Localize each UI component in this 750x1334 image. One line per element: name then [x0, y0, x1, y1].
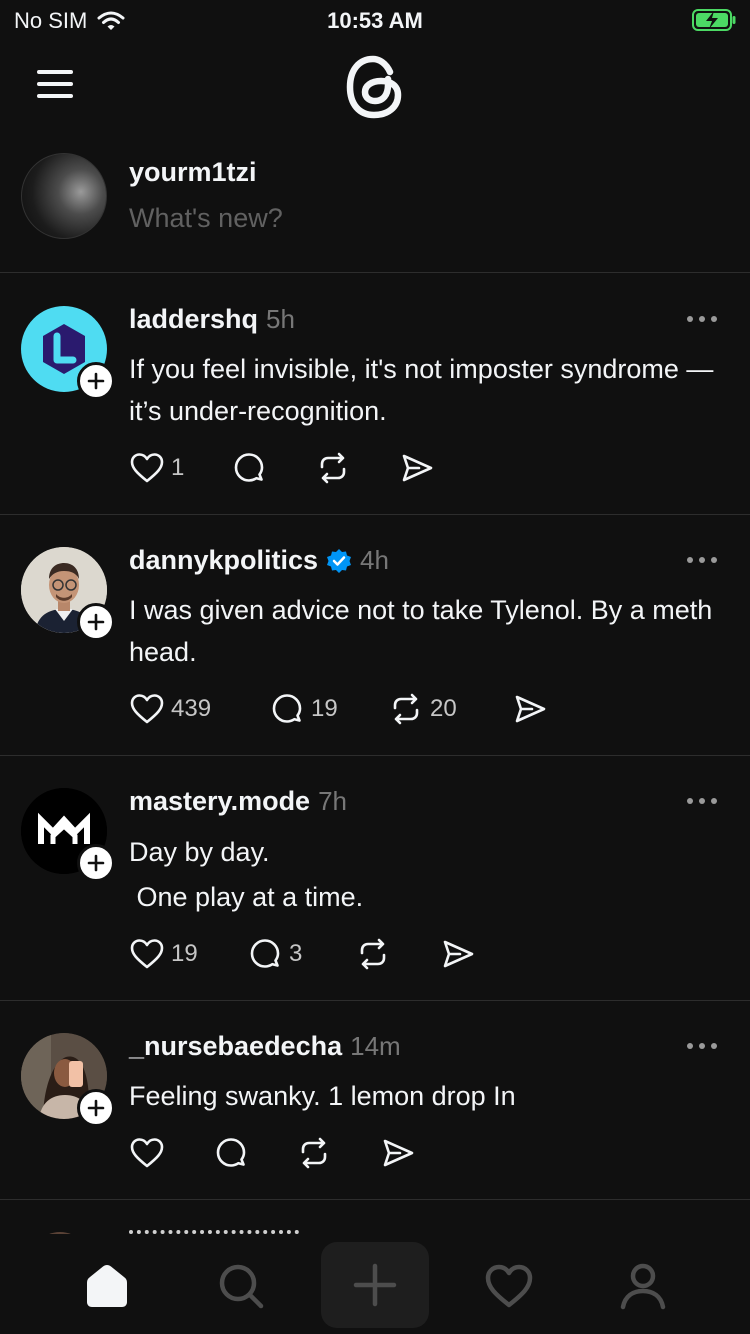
like-count: 439 [171, 695, 212, 722]
repost-icon [320, 452, 346, 484]
tab-create[interactable] [321, 1242, 429, 1328]
threads-logo[interactable] [343, 52, 407, 122]
follow-button[interactable] [77, 362, 115, 400]
post-time: 5h [266, 304, 295, 334]
reply-count: 3 [289, 940, 303, 967]
share-icon [402, 454, 433, 482]
like-button[interactable] [129, 1133, 171, 1173]
like-button[interactable]: 19 [129, 934, 198, 974]
status-bar: No SIM 10:53 AM [0, 0, 750, 40]
follow-button[interactable] [77, 1089, 115, 1127]
post-text: Day by day. One play at a time. [129, 837, 364, 912]
post-handle[interactable]: laddershq [129, 304, 258, 335]
post[interactable]: _nursebaedecha 14m Feeling swanky. 1 lem… [0, 1001, 750, 1200]
like-button[interactable]: 1 [129, 448, 184, 488]
reply-icon [272, 694, 302, 723]
tab-profile[interactable] [598, 1246, 688, 1326]
post[interactable]: laddershq 5h If you feel invisible, it's… [0, 274, 750, 515]
more-icon[interactable] [686, 555, 718, 565]
share-button[interactable] [380, 1133, 416, 1173]
top-bar [0, 40, 750, 140]
composer-placeholder[interactable]: What's new? [129, 203, 283, 234]
plus-icon [87, 613, 105, 631]
share-icon [515, 695, 546, 723]
plus-icon [353, 1263, 397, 1307]
more-icon[interactable] [686, 796, 718, 806]
share-button[interactable] [399, 448, 435, 488]
post-time: 14m [350, 1031, 401, 1061]
repost-icon [301, 1137, 327, 1169]
post[interactable]: dannykpolitics 4h I was given advice not… [0, 515, 750, 756]
like-button[interactable]: 439 [129, 689, 211, 729]
post-handle[interactable]: _nursebaedecha [129, 1031, 342, 1062]
reply-button[interactable] [213, 1133, 255, 1173]
repost-button[interactable] [355, 934, 397, 974]
post-time: 4h [360, 545, 389, 575]
search-icon [219, 1264, 264, 1309]
post-time: 7h [318, 786, 347, 816]
follow-button[interactable] [77, 844, 115, 882]
share-button[interactable] [440, 934, 476, 974]
repost-count: 20 [430, 695, 457, 722]
share-icon [443, 940, 474, 968]
new-thread-composer[interactable]: yourm1tzi What's new? [0, 140, 750, 273]
avatar[interactable] [21, 153, 107, 239]
more-icon[interactable] [686, 314, 718, 324]
repost-button[interactable]: 20 [388, 689, 457, 729]
heart-icon [130, 939, 164, 969]
reply-button[interactable]: 3 [247, 934, 302, 974]
repost-icon [360, 938, 386, 970]
post-handle[interactable]: dannykpolitics [129, 545, 318, 576]
repost-button[interactable] [296, 1133, 338, 1173]
plus-icon [87, 372, 105, 390]
tab-search[interactable] [196, 1246, 286, 1326]
more-icon[interactable] [686, 1041, 718, 1051]
repost-button[interactable] [315, 448, 357, 488]
battery-charging-icon [692, 9, 736, 31]
post-text: I was given advice not to take Tylenol. … [129, 595, 720, 667]
reply-button[interactable]: 19 [269, 689, 338, 729]
tab-home[interactable] [62, 1246, 152, 1326]
reply-icon [234, 453, 264, 482]
follow-button[interactable] [77, 603, 115, 641]
tab-activity[interactable] [464, 1246, 554, 1326]
repost-icon [393, 693, 419, 725]
status-time: 10:53 AM [327, 8, 423, 33]
reply-button[interactable] [231, 448, 273, 488]
share-icon [383, 1139, 414, 1167]
share-button[interactable] [512, 689, 548, 729]
plus-icon [87, 854, 105, 872]
post-text: Feeling swanky. 1 lemon drop In [129, 1081, 516, 1111]
reply-count: 19 [311, 695, 338, 722]
heart-icon [485, 1264, 533, 1308]
plus-icon [87, 1099, 105, 1117]
reply-icon [250, 939, 280, 968]
composer-username: yourm1tzi [129, 157, 257, 187]
like-count: 19 [171, 940, 198, 967]
threads-feed-screen: No SIM 10:53 AM yourm1tzi What's new? la… [0, 0, 750, 1334]
bottom-tab-bar [0, 1234, 750, 1334]
profile-icon [620, 1263, 666, 1310]
reply-icon [216, 1138, 246, 1167]
post-handle[interactable]: mastery.mode [129, 786, 310, 817]
menu-icon[interactable] [37, 70, 75, 100]
heart-icon [130, 453, 164, 483]
home-icon [87, 1265, 127, 1307]
post-text: If you feel invisible, it's not imposter… [129, 354, 721, 426]
like-count: 1 [171, 454, 185, 481]
verified-badge-icon [327, 548, 352, 573]
heart-icon [130, 1138, 164, 1168]
post[interactable]: mastery.mode 7h Day by day. One play at … [0, 756, 750, 1001]
heart-icon [130, 694, 164, 724]
